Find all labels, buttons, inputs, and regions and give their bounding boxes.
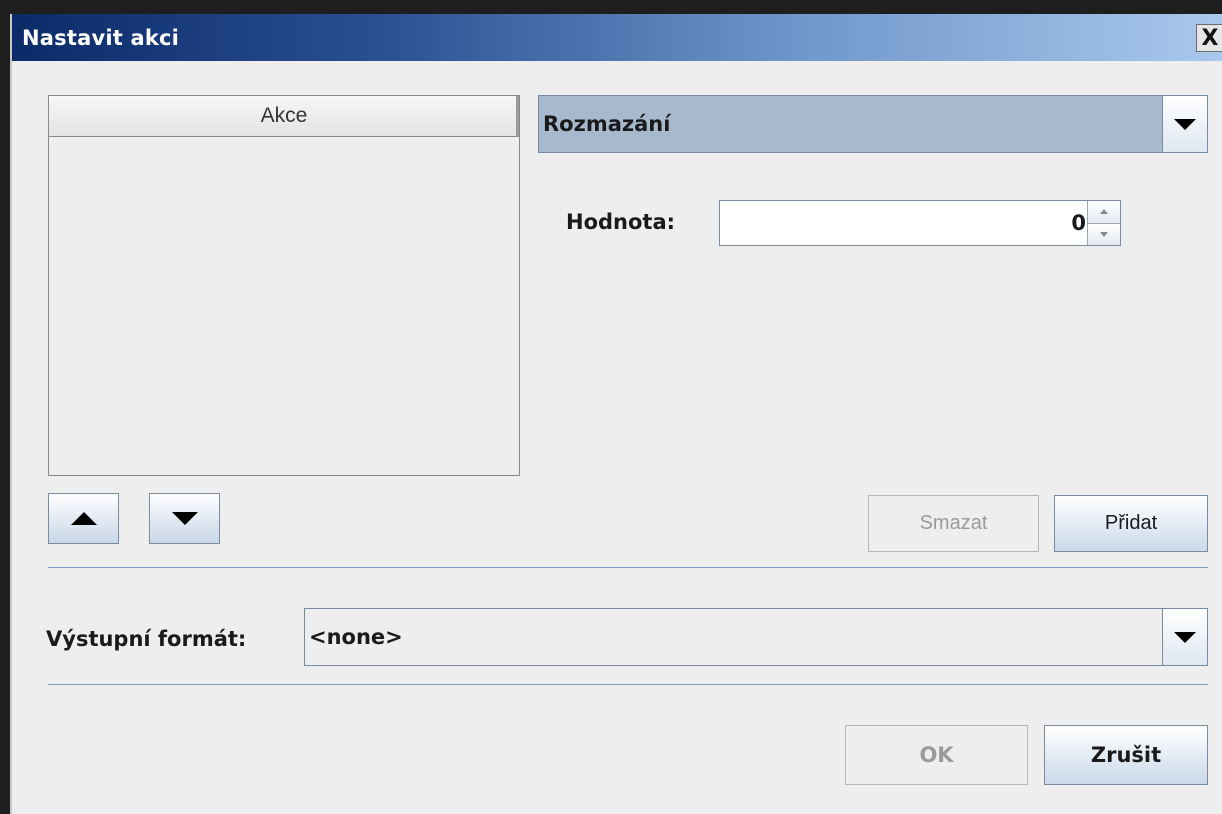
spinner-increment-button[interactable] bbox=[1088, 201, 1120, 223]
close-icon: X bbox=[1201, 25, 1219, 51]
spinner-decrement-button[interactable] bbox=[1088, 222, 1120, 245]
set-action-dialog: Nastavit akci X Akce Rozmazání Hodnota: … bbox=[10, 14, 1222, 814]
separator bbox=[48, 567, 1208, 568]
spinner-down-icon bbox=[1100, 231, 1108, 237]
spinner-up-icon bbox=[1100, 209, 1108, 215]
action-type-dropdown-button[interactable] bbox=[1162, 96, 1207, 152]
close-button[interactable]: X bbox=[1196, 24, 1222, 52]
output-format-selected: <none> bbox=[309, 625, 403, 649]
actions-list-header-label: Akce bbox=[260, 104, 308, 127]
triangle-up-icon bbox=[70, 512, 97, 525]
action-type-selected: Rozmazání bbox=[543, 112, 671, 136]
value-label: Hodnota: bbox=[566, 210, 676, 234]
actions-list[interactable]: Akce bbox=[48, 95, 520, 476]
value-spinner[interactable]: 0 bbox=[719, 200, 1121, 246]
spinner-buttons bbox=[1087, 201, 1120, 245]
separator bbox=[48, 684, 1208, 685]
dialog-title: Nastavit akci bbox=[22, 26, 180, 50]
output-format-dropdown-button[interactable] bbox=[1162, 609, 1207, 665]
delete-button[interactable]: Smazat bbox=[868, 495, 1039, 552]
triangle-down-icon bbox=[171, 512, 198, 525]
output-format-label: Výstupní formát: bbox=[46, 627, 247, 651]
actions-list-header[interactable]: Akce bbox=[49, 96, 519, 137]
value-input[interactable]: 0 bbox=[1071, 201, 1086, 245]
output-format-select[interactable]: <none> bbox=[304, 608, 1208, 666]
chevron-down-icon bbox=[1174, 631, 1196, 643]
add-button[interactable]: Přidat bbox=[1054, 495, 1208, 552]
chevron-down-icon bbox=[1174, 118, 1196, 130]
move-down-button[interactable] bbox=[149, 493, 220, 544]
cancel-button[interactable]: Zrušit bbox=[1044, 725, 1208, 785]
action-type-select[interactable]: Rozmazání bbox=[538, 95, 1208, 153]
ok-button[interactable]: OK bbox=[845, 725, 1028, 785]
move-up-button[interactable] bbox=[48, 493, 119, 544]
title-bar[interactable]: Nastavit akci X bbox=[12, 14, 1222, 61]
